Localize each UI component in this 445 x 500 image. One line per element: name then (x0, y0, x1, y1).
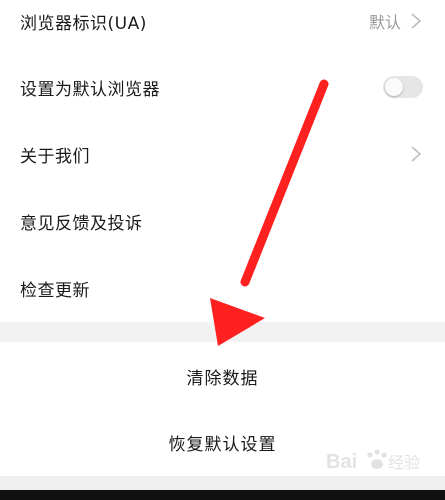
section-separator (0, 322, 445, 342)
chevron-right-icon (409, 144, 423, 164)
about-us-label: 关于我们 (20, 146, 90, 167)
svg-text:经验: 经验 (388, 453, 420, 472)
ua-setting-label: 浏览器标识(UA) (20, 13, 147, 34)
about-us-row[interactable]: 关于我们 (0, 121, 445, 187)
ua-setting-row[interactable]: 浏览器标识(UA) 默认 (0, 0, 445, 54)
toggle-knob (385, 78, 403, 96)
chevron-right-icon (409, 11, 423, 31)
default-browser-toggle[interactable] (383, 76, 423, 98)
baidu-logo-icon: Bai 经验 (326, 449, 420, 473)
ua-setting-right: 默认 (369, 9, 423, 33)
default-browser-label: 设置为默认浏览器 (20, 79, 160, 100)
svg-text:Bai: Bai (326, 451, 357, 473)
navigation-bar (0, 490, 445, 500)
feedback-row[interactable]: 意见反馈及投诉 (0, 188, 445, 254)
clear-data-button[interactable]: 清除数据 (0, 343, 445, 409)
baidu-jingyan-watermark: Bai 经验 (326, 446, 436, 476)
bottom-strip (0, 476, 445, 490)
feedback-label: 意见反馈及投诉 (20, 213, 143, 234)
check-update-row[interactable]: 检查更新 (0, 255, 445, 321)
check-update-label: 检查更新 (20, 280, 90, 301)
default-browser-row[interactable]: 设置为默认浏览器 (0, 54, 445, 120)
ua-setting-value: 默认 (368, 13, 401, 32)
